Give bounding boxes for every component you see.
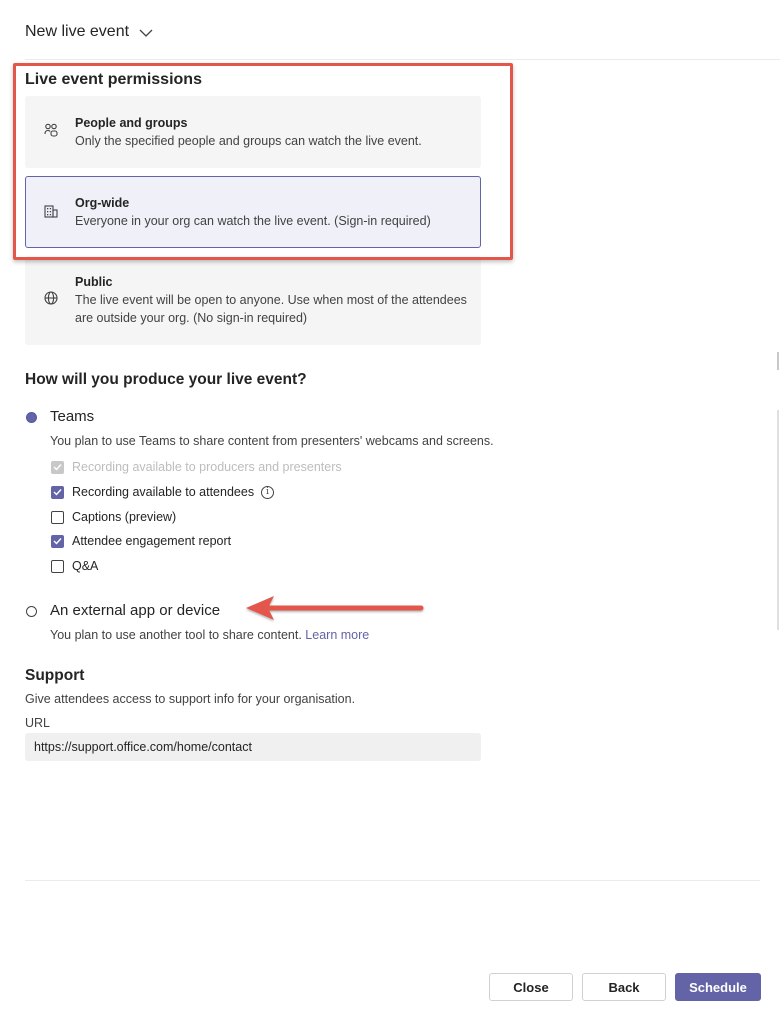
check-qa[interactable]: Q&A — [51, 558, 98, 574]
check-label[interactable]: Q&A — [72, 559, 98, 573]
check-label[interactable]: Recording available to attendees — [72, 485, 254, 499]
teams-description: You plan to use Teams to share content f… — [50, 434, 494, 448]
check-label: Recording available to producers and pre… — [72, 460, 342, 474]
close-button[interactable]: Close — [489, 973, 573, 1001]
info-icon[interactable]: i — [261, 485, 275, 499]
external-description: You plan to use another tool to share co… — [50, 628, 369, 642]
header-divider — [25, 59, 780, 60]
learn-more-link[interactable]: Learn more — [305, 628, 369, 642]
scrollbar-track[interactable] — [777, 410, 779, 630]
url-label: URL — [25, 716, 51, 730]
support-url-input[interactable] — [25, 733, 481, 761]
support-heading: Support — [25, 667, 85, 684]
checkbox[interactable] — [51, 534, 64, 548]
checkbox-disabled — [51, 460, 64, 474]
footer-divider — [25, 880, 760, 881]
external-radio[interactable] — [26, 606, 37, 617]
checkbox[interactable] — [51, 510, 64, 524]
teams-radio-label[interactable]: Teams — [50, 408, 94, 425]
option-description-line1: The live event will be open to anyone. U… — [75, 293, 467, 307]
permission-option-public[interactable]: Public The live event will be open to an… — [25, 256, 481, 345]
check-label[interactable]: Attendee engagement report — [72, 534, 231, 548]
event-type-dropdown[interactable]: New live event — [25, 22, 153, 42]
checkbox[interactable] — [51, 559, 64, 573]
external-radio-label[interactable]: An external app or device — [50, 602, 220, 619]
check-engagement-report[interactable]: Attendee engagement report — [51, 533, 231, 549]
annotation-highlight-box — [13, 63, 513, 260]
annotation-arrow-icon — [246, 596, 424, 620]
back-button[interactable]: Back — [582, 973, 666, 1001]
option-description-line2: are outside your org. (No sign-in requir… — [75, 311, 308, 325]
check-recording-producers: Recording available to producers and pre… — [51, 459, 342, 475]
option-title: Public — [75, 275, 113, 289]
check-captions[interactable]: Captions (preview) — [51, 509, 176, 525]
schedule-button[interactable]: Schedule — [675, 973, 761, 1001]
check-label[interactable]: Captions (preview) — [72, 510, 176, 524]
globe-icon — [42, 289, 60, 307]
scrollbar-thumb[interactable] — [777, 352, 779, 370]
chevron-down-icon — [139, 24, 153, 42]
support-description: Give attendees access to support info fo… — [25, 692, 356, 706]
checkbox[interactable] — [51, 485, 64, 499]
external-description-text: You plan to use another tool to share co… — [50, 628, 302, 642]
page-title: New live event — [25, 23, 130, 40]
check-recording-attendees[interactable]: Recording available to attendees i — [51, 484, 275, 500]
produce-heading: How will you produce your live event? — [25, 371, 307, 388]
teams-radio[interactable] — [26, 412, 37, 423]
